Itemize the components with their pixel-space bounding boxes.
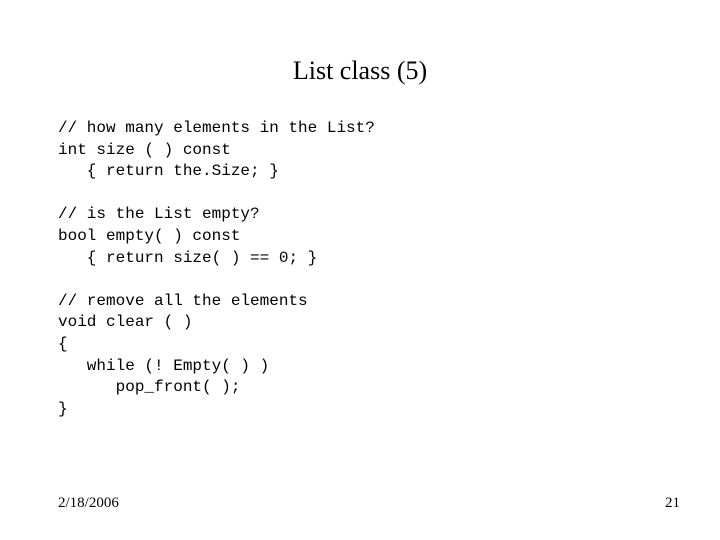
footer-date: 2/18/2006 [58,495,119,512]
code-block: // how many elements in the List? int si… [58,118,375,420]
footer-page-number: 21 [665,495,680,512]
slide: List class (5) // how many elements in t… [0,0,720,540]
slide-title: List class (5) [0,56,720,86]
